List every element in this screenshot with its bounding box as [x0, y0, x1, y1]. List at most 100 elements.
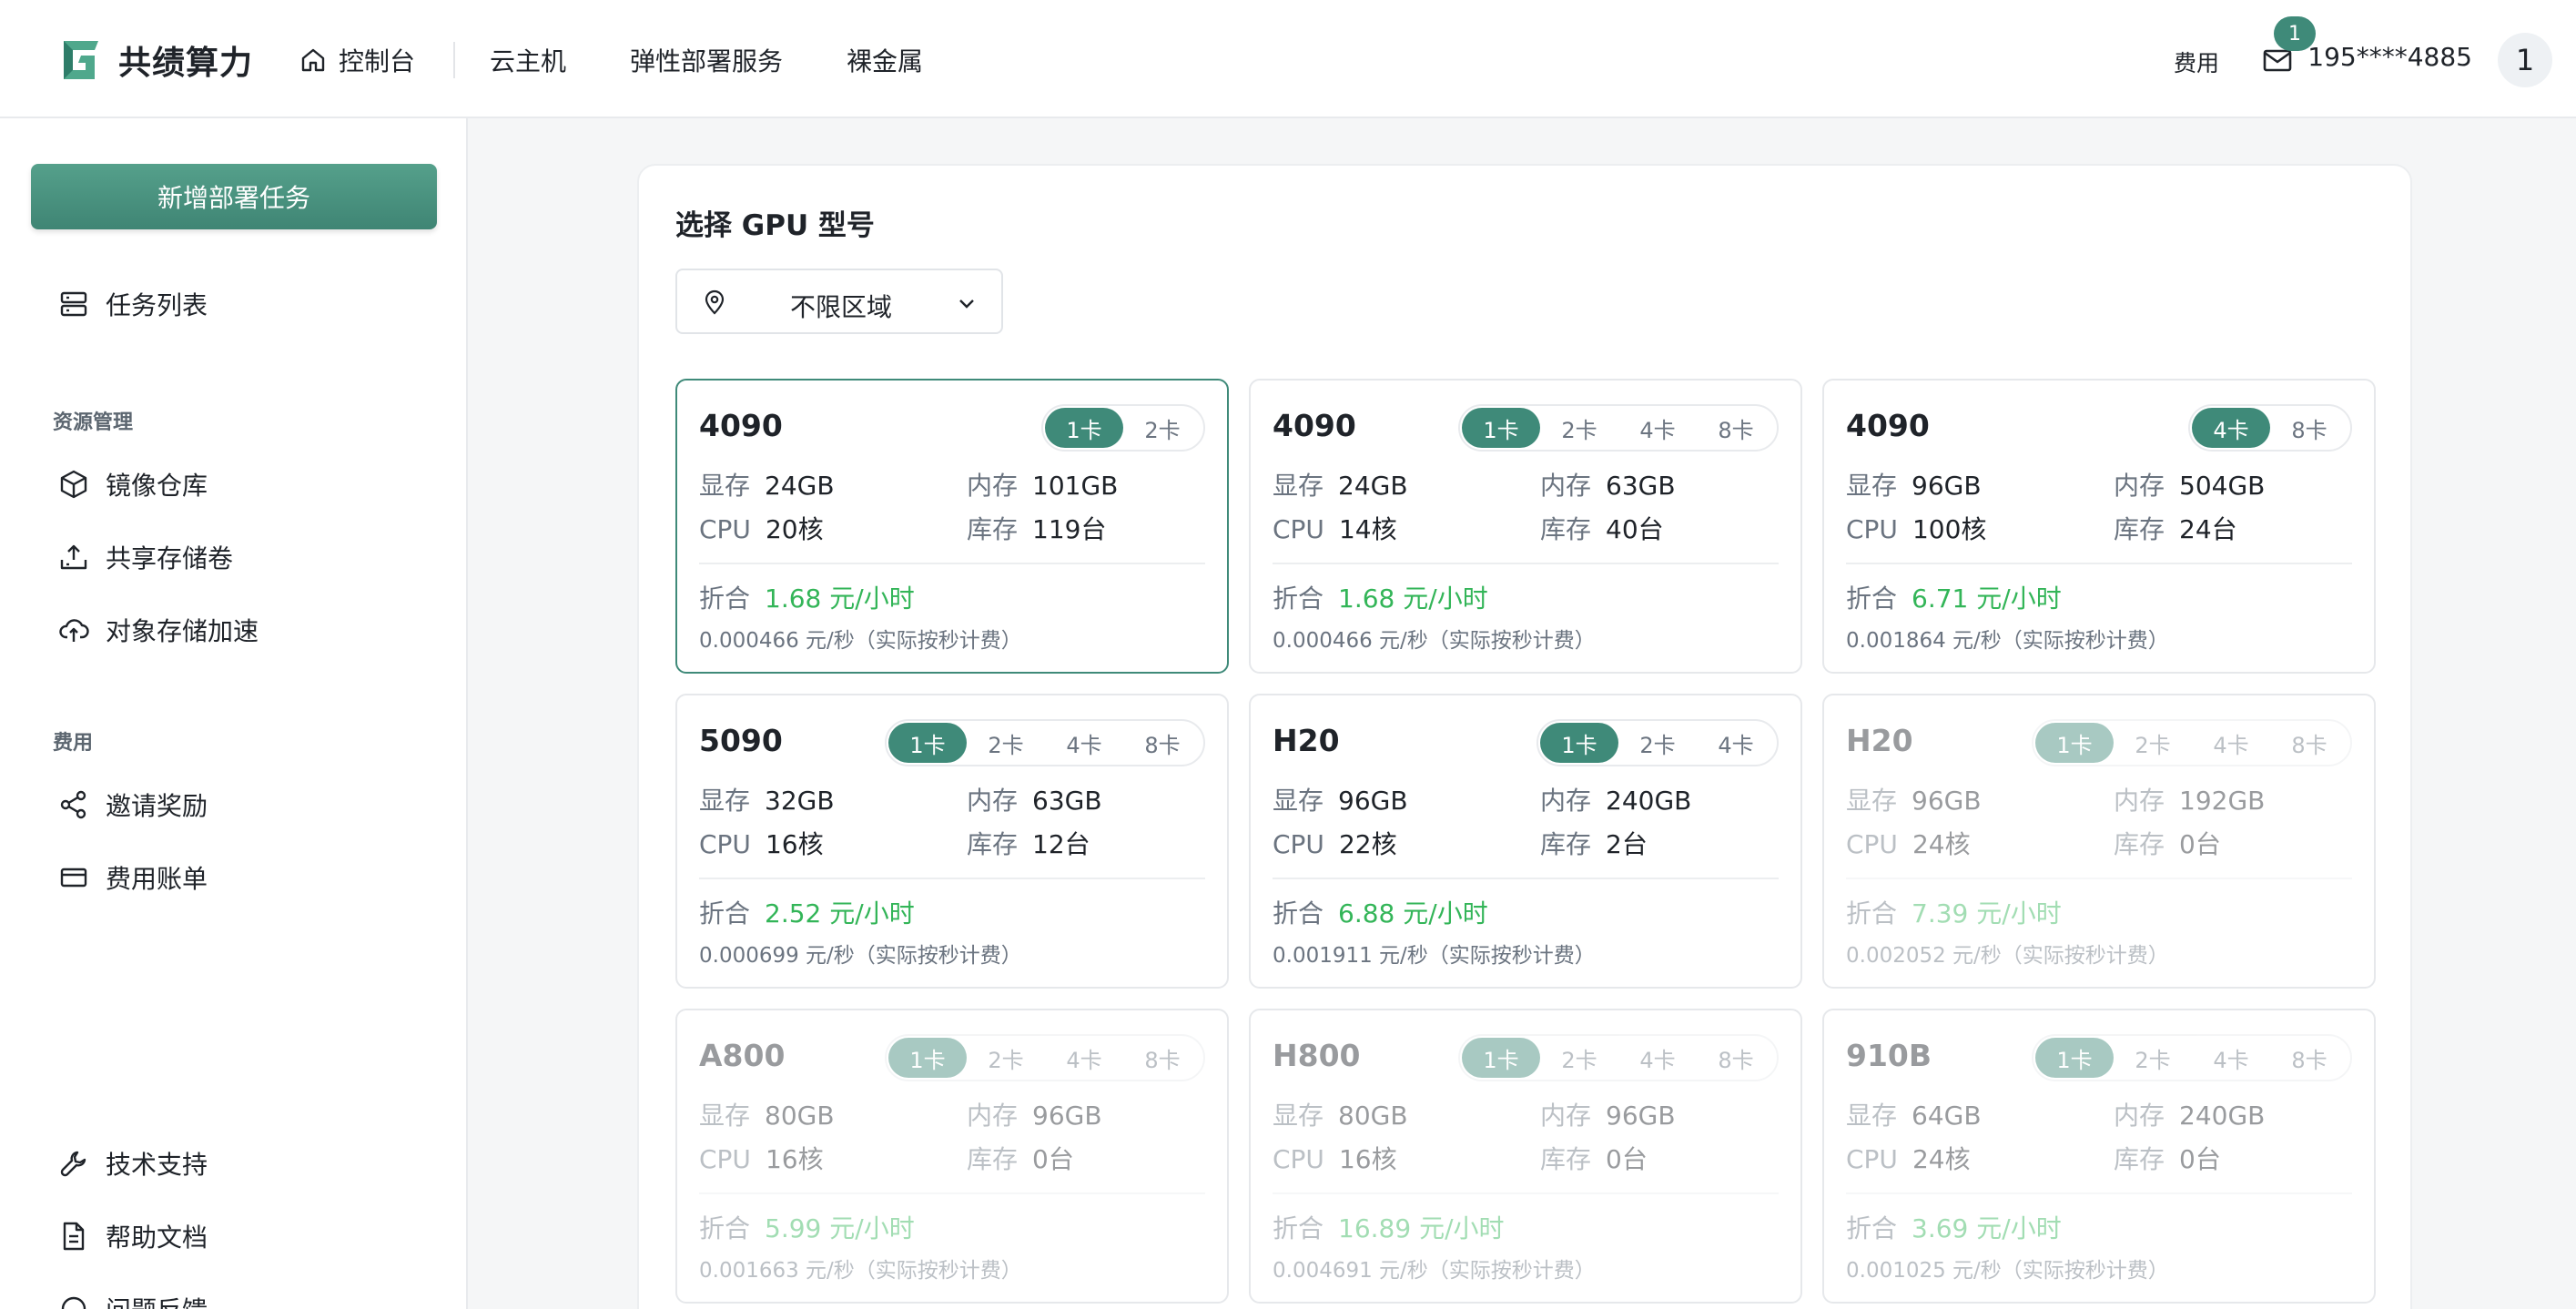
- gpu-card-5090[interactable]: 5090 1卡 2卡 4卡 8卡 显存 32GB 内存 63GB CPU 16核 库存 12台 折合 2.5…: [675, 694, 1229, 989]
- card-count-option[interactable]: 4卡: [1045, 723, 1123, 763]
- gpu-card-h20[interactable]: H20 1卡 2卡 4卡 8卡 显存 96GB 内存 192GB CPU 24核 库存 0台 折合 7.39…: [1822, 694, 2376, 989]
- feedback-icon: [61, 1296, 86, 1309]
- spec-cpu: CPU 16核: [1273, 1140, 1397, 1176]
- card-count-option[interactable]: 8卡: [2270, 408, 2348, 448]
- spec-label: 库存: [2114, 1144, 2165, 1174]
- spec-value: 240GB: [2179, 1101, 2266, 1131]
- price-per-second: 0.002052 元/秒（实际按秒计费）: [1846, 944, 2169, 968]
- gpu-card-a800[interactable]: A800 1卡 2卡 4卡 8卡 显存 80GB 内存 96GB CPU 16核 库存 0台 折合 5.99…: [675, 1009, 1229, 1304]
- spec-label: 显存: [699, 1101, 751, 1131]
- spec-stock: 库存 0台: [2114, 825, 2221, 861]
- card-count-option[interactable]: 1卡: [1045, 408, 1123, 448]
- nav-cloud-host[interactable]: 云主机: [490, 42, 566, 78]
- card-count-option[interactable]: 4卡: [1618, 1038, 1697, 1078]
- price-value: 16.89 元/小时: [1338, 1213, 1505, 1243]
- sidebar-item-feedback[interactable]: 问题反馈: [58, 1291, 208, 1309]
- region-select[interactable]: 不限区域: [675, 269, 1003, 334]
- new-deploy-task-button[interactable]: 新增部署任务: [31, 164, 437, 229]
- card-count-option[interactable]: 1卡: [1462, 1038, 1540, 1078]
- gpu-name: H800: [1273, 1038, 1361, 1073]
- logo[interactable]: 共绩算力: [58, 36, 253, 84]
- card-count-option[interactable]: 4卡: [1618, 408, 1697, 448]
- price-per-second: 0.000466 元/秒（实际按秒计费）: [699, 629, 1022, 653]
- price-per-second: 0.001025 元/秒（实际按秒计费）: [1846, 1259, 2169, 1283]
- gpu-card-4090[interactable]: 4090 1卡 2卡 4卡 8卡 显存 24GB 内存 63GB CPU 14核 库存 40台 折合 1.6…: [1249, 379, 1802, 674]
- card-count-option[interactable]: 2卡: [1618, 723, 1697, 763]
- nav-bare-metal[interactable]: 裸金属: [847, 42, 923, 78]
- card-count-option[interactable]: 8卡: [1697, 1038, 1775, 1078]
- sidebar-item-image-repo[interactable]: 镜像仓库: [58, 466, 208, 502]
- user-phone[interactable]: 195****4885: [2307, 42, 2472, 72]
- sidebar-item-bill[interactable]: 费用账单: [58, 859, 208, 896]
- gpu-name: 4090: [1846, 408, 1930, 443]
- spec-value: 14核: [1338, 514, 1397, 544]
- price-value: 6.88 元/小时: [1338, 898, 1488, 928]
- spec-value: 2台: [1606, 829, 1648, 859]
- sidebar-item-label: 任务列表: [106, 290, 208, 320]
- card-count-option[interactable]: 2卡: [1540, 1038, 1618, 1078]
- sidebar-item-object-storage[interactable]: 对象存储加速: [58, 612, 259, 648]
- card-count-option[interactable]: 1卡: [2035, 723, 2114, 763]
- sidebar-item-support[interactable]: 技术支持: [58, 1145, 208, 1182]
- spec-value: 16核: [1338, 1144, 1397, 1174]
- gpu-card-4090[interactable]: 4090 4卡 8卡 显存 96GB 内存 504GB CPU 100核 库存 24台 折合 6.71 …: [1822, 379, 2376, 674]
- spec-label: 内存: [1540, 786, 1592, 816]
- card-divider: [1846, 563, 2352, 564]
- card-count-option[interactable]: 2卡: [1540, 408, 1618, 448]
- card-count-option[interactable]: 1卡: [888, 723, 967, 763]
- card-count-option[interactable]: 1卡: [1540, 723, 1618, 763]
- card-count-option[interactable]: 4卡: [2192, 1038, 2270, 1078]
- spec-value: 96GB: [1606, 1101, 1676, 1131]
- card-count-option[interactable]: 1卡: [2035, 1038, 2114, 1078]
- gpu-card-4090[interactable]: 4090 1卡 2卡 显存 24GB 内存 101GB CPU 20核 库存 119台 折合 1.68 …: [675, 379, 1229, 674]
- price-hourly: 折合 6.88 元/小时: [1273, 894, 1488, 930]
- spec-mem: 内存 96GB: [1540, 1096, 1676, 1132]
- sidebar-group-resources: 资源管理: [53, 411, 134, 434]
- card-count-option[interactable]: 8卡: [1697, 408, 1775, 448]
- card-count-option[interactable]: 4卡: [1697, 723, 1775, 763]
- card-count-option[interactable]: 2卡: [967, 723, 1045, 763]
- card-count-option[interactable]: 8卡: [2270, 1038, 2348, 1078]
- sidebar-item-task-list[interactable]: 任务列表: [58, 286, 208, 322]
- card-count-option[interactable]: 1卡: [1462, 408, 1540, 448]
- card-count-option[interactable]: 4卡: [1045, 1038, 1123, 1078]
- header-fee-link[interactable]: 费用: [2174, 46, 2219, 78]
- card-count-options: 1卡 2卡 4卡 8卡: [1458, 404, 1779, 452]
- card-count-option[interactable]: 4卡: [2192, 408, 2270, 448]
- avatar[interactable]: 1: [2498, 33, 2552, 87]
- spec-stock: 库存 0台: [1540, 1140, 1648, 1176]
- card-count-option[interactable]: 2卡: [967, 1038, 1045, 1078]
- card-count-option[interactable]: 2卡: [1123, 408, 1202, 448]
- card-count-option[interactable]: 2卡: [2114, 723, 2192, 763]
- gpu-name: 910B: [1846, 1038, 1932, 1073]
- sidebar-item-invite[interactable]: 邀请奖励: [58, 786, 208, 823]
- card-count-option[interactable]: 8卡: [2270, 723, 2348, 763]
- sidebar-item-shared-volume[interactable]: 共享存储卷: [58, 539, 233, 575]
- spec-label: 显存: [1273, 471, 1324, 501]
- card-count-options: 1卡 2卡 4卡 8卡: [885, 1034, 1205, 1081]
- spec-value: 24GB: [765, 471, 835, 501]
- gpu-card-h800[interactable]: H800 1卡 2卡 4卡 8卡 显存 80GB 内存 96GB CPU 16核 库存 0台 折合 16.8…: [1249, 1009, 1802, 1304]
- card-count-option[interactable]: 8卡: [1123, 723, 1202, 763]
- spec-label: 库存: [1540, 1144, 1592, 1174]
- nav-elastic-deploy[interactable]: 弹性部署服务: [630, 42, 783, 78]
- gpu-card-h20[interactable]: H20 1卡 2卡 4卡 显存 96GB 内存 240GB CPU 22核 库存 2台 折合 6.88 元…: [1249, 694, 1802, 989]
- sidebar-item-label: 邀请奖励: [106, 791, 208, 821]
- price-label: 折合: [1273, 898, 1324, 928]
- card-count-option[interactable]: 1卡: [888, 1038, 967, 1078]
- spec-label: 内存: [1540, 1101, 1592, 1131]
- card-count-options: 1卡 2卡 4卡 8卡: [2032, 1034, 2352, 1081]
- gpu-card-910b[interactable]: 910B 1卡 2卡 4卡 8卡 显存 64GB 内存 240GB CPU 24核 库存 0台 折合 3.6…: [1822, 1009, 2376, 1304]
- gpu-name: H20: [1846, 723, 1913, 758]
- card-count-option[interactable]: 4卡: [2192, 723, 2270, 763]
- card-count-option[interactable]: 2卡: [2114, 1038, 2192, 1078]
- spec-label: CPU: [1846, 1144, 1898, 1174]
- sidebar-item-docs[interactable]: 帮助文档: [58, 1218, 208, 1254]
- nav-console[interactable]: 控制台: [299, 42, 415, 78]
- spec-value: 32GB: [765, 786, 835, 816]
- price-value: 5.99 元/小时: [765, 1213, 915, 1243]
- spec-label: 内存: [2114, 471, 2165, 501]
- gpu-name: 4090: [699, 408, 783, 443]
- spec-label: CPU: [1273, 1144, 1324, 1174]
- card-count-option[interactable]: 8卡: [1123, 1038, 1202, 1078]
